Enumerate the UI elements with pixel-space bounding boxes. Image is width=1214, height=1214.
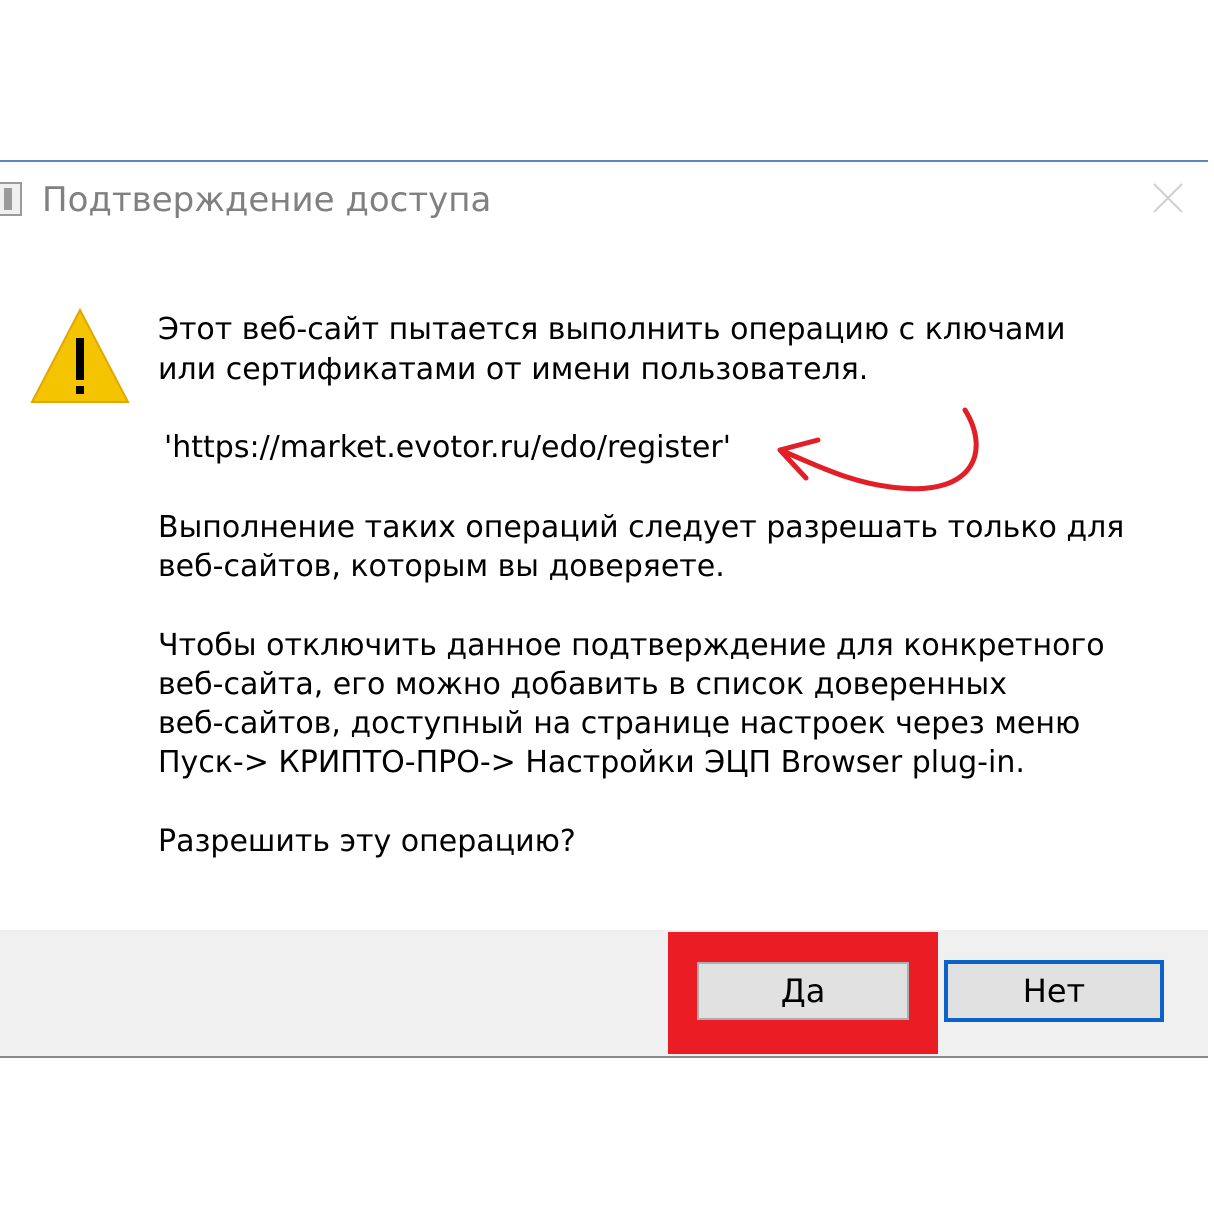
message-line-6: веб-сайта, его можно добавить в список д… xyxy=(158,667,1007,702)
site-url: 'https://market.evotor.ru/edo/register' xyxy=(164,430,731,465)
message-line-2: или сертификатами от имени пользователя. xyxy=(158,352,869,387)
message-line-4: веб-сайтов, которым вы доверяете. xyxy=(158,549,725,584)
warning-triangle-icon xyxy=(30,308,130,403)
message-line-1: Этот веб-сайт пытается выполнить операци… xyxy=(158,312,1066,347)
no-button[interactable]: Нет xyxy=(944,960,1164,1022)
close-icon[interactable] xyxy=(1148,178,1188,218)
message-line-5: Чтобы отключить данное подтверждение для… xyxy=(158,628,1105,663)
window-top-border xyxy=(0,160,1208,162)
confirm-question: Разрешить эту операцию? xyxy=(158,824,576,859)
window-bottom-border xyxy=(0,1056,1208,1058)
app-window-icon xyxy=(0,182,22,216)
message-line-8: Пуск-> КРИПТО-ПРО-> Настройки ЭЦП Browse… xyxy=(158,745,1025,780)
message-line-3: Выполнение таких операций следует разреш… xyxy=(158,510,1125,545)
access-confirmation-dialog: Подтверждение доступа Этот веб-сайт пыта… xyxy=(0,160,1208,1058)
yes-button[interactable]: Да xyxy=(697,962,909,1020)
message-line-7: веб-сайтов, доступный на странице настро… xyxy=(158,706,1081,741)
annotation-arrow-icon xyxy=(777,407,979,492)
window-title: Подтверждение доступа xyxy=(42,180,492,220)
